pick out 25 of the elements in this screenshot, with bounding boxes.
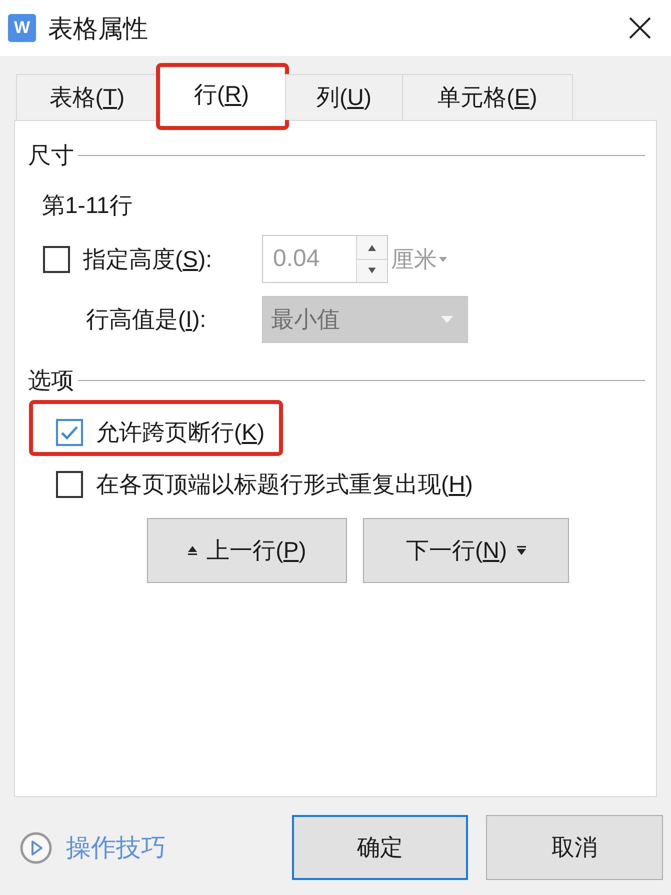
play-circle-icon	[20, 832, 52, 864]
caret-icon	[441, 316, 453, 323]
tab[interactable]: 单元格(E)	[402, 74, 573, 120]
tab[interactable]: 表格(T)	[16, 74, 158, 120]
checkbox-label: 允许跨页断行(K)	[96, 418, 265, 447]
app-logo: W	[8, 14, 36, 42]
tab[interactable]: 列(U)	[285, 74, 403, 120]
caret-up-icon	[188, 546, 197, 555]
caret-icon	[439, 256, 447, 262]
field-label: 指定高度(S):	[83, 244, 212, 274]
tab[interactable]: 行(R)	[157, 66, 286, 121]
close-icon[interactable]	[629, 17, 651, 39]
window-title: 表格属性	[48, 14, 148, 44]
dialog-button[interactable]: 取消	[486, 815, 663, 880]
row-range-label: 第1-11行	[42, 191, 132, 220]
field-label: 行高值是(I):	[85, 305, 206, 334]
section-heading: 选项	[28, 366, 74, 394]
nav-button[interactable]: 下一行(N)	[363, 518, 569, 583]
caret-down-icon	[516, 546, 526, 555]
dialog-button[interactable]: 确定	[292, 815, 468, 880]
checkbox[interactable]	[56, 470, 83, 498]
checkbox[interactable]	[56, 418, 83, 446]
checkbox-label: 在各页顶端以标题行形式重复出现(H)	[96, 470, 473, 499]
nav-button[interactable]: 上一行(P)	[147, 518, 347, 583]
section-heading: 尺寸	[28, 140, 74, 170]
